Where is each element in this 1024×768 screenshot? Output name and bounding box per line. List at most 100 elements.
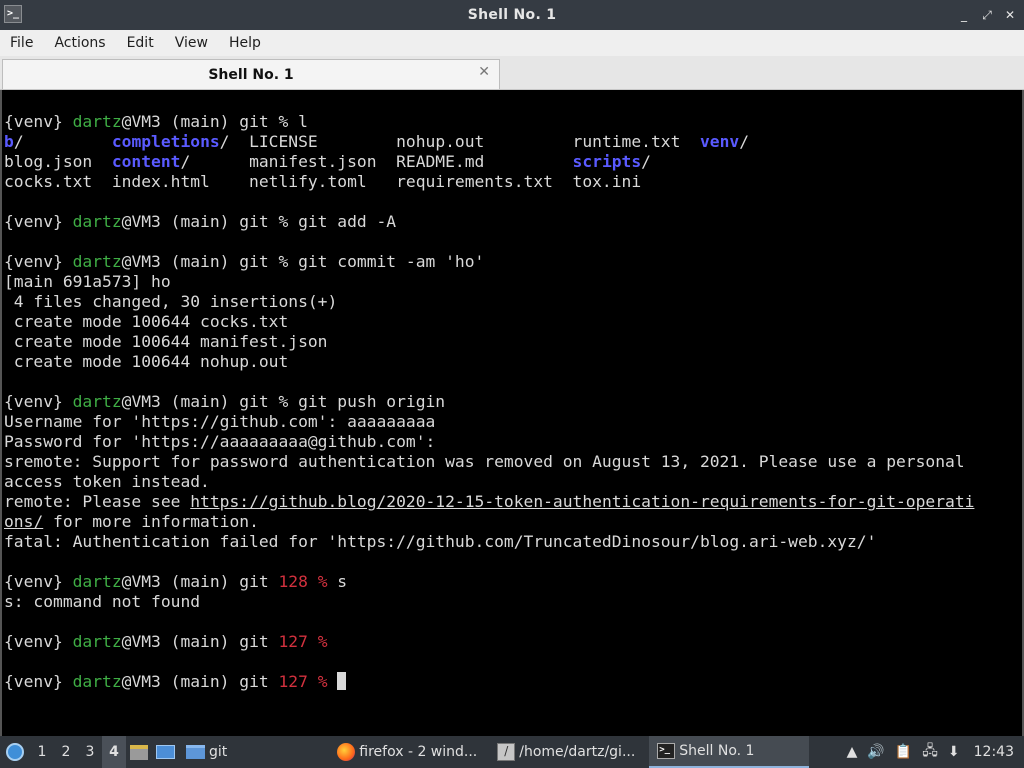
terminal-text: remote: Please see [4,492,191,511]
menu-view[interactable]: View [175,35,208,51]
file-manager-launcher[interactable] [126,736,152,768]
terminal-text: / LICENSE nohup.out runtime.txt [219,132,700,151]
terminal-text: @VM3 (main) git [121,572,279,591]
system-tray: ▲ 🔊 📋 🖧 ⬇ 12:43 [847,740,1024,764]
folder-icon [186,745,205,759]
terminal-text: @VM3 (main) git [121,672,279,691]
network-icon[interactable]: 🖧 [922,740,938,764]
directory-name: scripts [572,152,642,171]
directory-name: venv [699,132,740,151]
desktop-icon [155,745,175,759]
terminal-line: sremote: Support for password authentica… [4,452,1022,472]
terminal-line: {venv} dartz@VM3 (main) git % git push o… [4,392,1022,412]
minimize-button[interactable]: _ [958,6,970,24]
terminal-text: @VM3 (main) git [121,632,279,651]
terminal-text: s: command not found [4,592,201,611]
directory-name: b [4,132,14,151]
task-git-folder[interactable]: git [178,736,235,768]
terminal-text: blog.json [4,152,112,171]
volume-icon[interactable]: 🔊 [867,744,884,760]
terminal-line: s: command not found [4,592,1022,612]
prompt-user: dartz [72,572,122,591]
terminal-text: sremote: Support for password authentica… [4,452,965,471]
terminal-link[interactable]: ons/ [4,512,43,531]
terminal-text: for more information. [43,512,259,531]
prompt-user: dartz [72,392,122,411]
task-label: /home/dartz/gi... [519,744,636,760]
terminal-icon: >_ [657,743,676,759]
prompt-user: dartz [72,672,122,691]
terminal-text: @VM3 (main) git % git commit -am 'ho' [121,252,485,271]
terminal-line: ons/ for more information. [4,512,1022,532]
menu-help[interactable]: Help [229,35,261,51]
task-label: git [209,744,228,760]
firefox-icon [337,743,356,761]
tab-shell[interactable]: Shell No. 1 ✕ [2,59,500,89]
start-menu-icon [6,743,24,761]
directory-name: content [111,152,181,171]
menu-actions[interactable]: Actions [54,35,105,51]
clipboard-icon[interactable]: 📋 [895,744,912,760]
workspace-4[interactable]: 4 [102,736,126,768]
terminal-line: {venv} dartz@VM3 (main) git 127 % [4,672,1022,692]
terminal-line: Username for 'https://github.com': aaaaa… [4,412,1022,432]
task-shell[interactable]: >_ Shell No. 1 [649,736,810,768]
title-bar: >_ Shell No. 1 _ ⤢ ✕ [0,0,1024,30]
updates-icon[interactable]: ⬇ [948,744,960,760]
workspace-1[interactable]: 1 [30,744,54,760]
terminal-text: / [641,152,651,171]
maximize-button[interactable]: ⤢ [981,6,993,24]
terminal-text: 4 files changed, 30 insertions(+) [4,292,338,311]
terminal-text: / [739,132,750,151]
menu-file[interactable]: File [10,35,33,51]
prompt-user: dartz [72,112,122,131]
task-text-editor[interactable]: / /home/dartz/gi... [489,736,649,768]
tab-close-icon[interactable]: ✕ [478,64,490,80]
terminal-link[interactable]: https://github.blog/2020-12-15-token-aut… [190,492,974,511]
menu-edit[interactable]: Edit [127,35,154,51]
workspace-2[interactable]: 2 [54,744,78,760]
terminal-line: {venv} dartz@VM3 (main) git % l [4,112,1022,132]
terminal-line: blog.json content/ manifest.json README.… [4,152,1022,172]
taskbar: 1 2 3 4 git firefox - 2 wind... / /home/… [0,736,1024,768]
terminal-text: Password for 'https://aaaaaaaaa@github.c… [4,432,436,451]
tray-up-arrow-icon[interactable]: ▲ [847,744,858,760]
menu-bar: File Actions Edit View Help [0,30,1024,56]
terminal-line: fatal: Authentication failed for 'https:… [4,532,1022,552]
clock[interactable]: 12:43 [974,744,1014,760]
terminal-line: {venv} dartz@VM3 (main) git % git commit… [4,252,1022,272]
terminal-line: b/ completions/ LICENSE nohup.out runtim… [4,132,1022,152]
task-label: Shell No. 1 [679,743,755,759]
terminal-text: access token instead. [4,472,210,491]
terminal-text: @VM3 (main) git % git push origin [121,392,446,411]
prompt-user: dartz [72,252,122,271]
terminal-text: {venv} [4,672,73,691]
terminal-line: remote: Please see https://github.blog/2… [4,492,1022,512]
workspace-3[interactable]: 3 [78,744,102,760]
terminal-text: {venv} [4,572,73,591]
terminal-output[interactable]: {venv} dartz@VM3 (main) git % l b/ comple… [0,90,1024,736]
exit-code: 128 % [278,572,328,591]
terminal-text: {venv} [4,112,73,131]
app-menu-button[interactable] [0,736,30,768]
terminal-line: create mode 100644 nohup.out [4,352,1022,372]
tab-label: Shell No. 1 [208,66,294,83]
terminal-line: {venv} dartz@VM3 (main) git 127 % [4,632,1022,652]
task-firefox[interactable]: firefox - 2 wind... [329,736,489,768]
terminal-line: create mode 100644 cocks.txt [4,312,1022,332]
show-desktop-launcher[interactable] [152,736,178,768]
terminal-text: create mode 100644 cocks.txt [4,312,289,331]
terminal-text: / manifest.json README.md [180,152,573,171]
close-button[interactable]: ✕ [1004,6,1016,24]
window-title: Shell No. 1 [467,7,557,23]
terminal-line: [main 691a573] ho [4,272,1022,292]
terminal-text: {venv} [4,392,73,411]
terminal-line: {venv} dartz@VM3 (main) git 128 % s [4,572,1022,592]
